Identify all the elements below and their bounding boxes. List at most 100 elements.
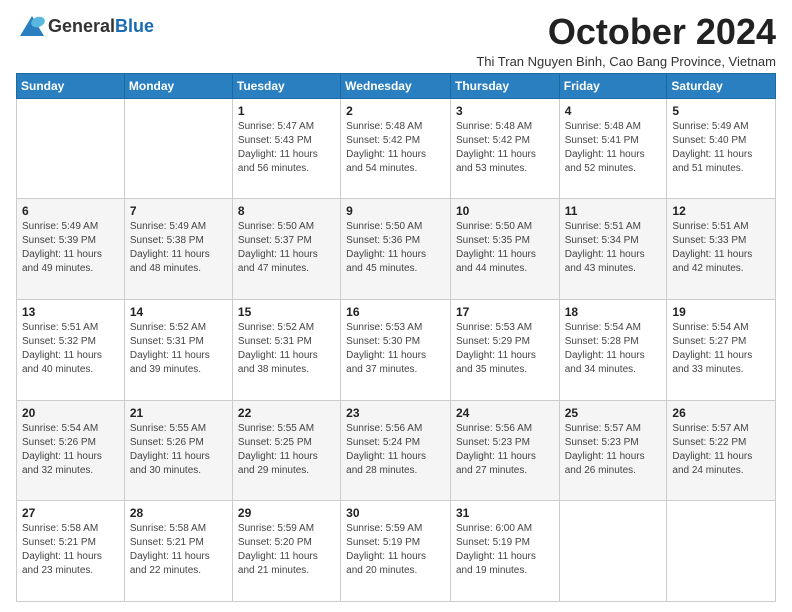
table-row: 29Sunrise: 5:59 AM Sunset: 5:20 PM Dayli… [232,501,340,602]
day-info: Sunrise: 5:53 AM Sunset: 5:30 PM Dayligh… [346,321,445,377]
day-number: 10 [456,203,554,219]
day-number: 13 [22,304,119,320]
day-info: Sunrise: 5:55 AM Sunset: 5:25 PM Dayligh… [238,422,335,478]
table-row: 1Sunrise: 5:47 AM Sunset: 5:43 PM Daylig… [232,98,340,199]
calendar-table: Sunday Monday Tuesday Wednesday Thursday… [16,73,776,602]
table-row: 17Sunrise: 5:53 AM Sunset: 5:29 PM Dayli… [450,299,559,400]
table-row: 4Sunrise: 5:48 AM Sunset: 5:41 PM Daylig… [559,98,667,199]
table-row: 23Sunrise: 5:56 AM Sunset: 5:24 PM Dayli… [341,400,451,501]
table-row: 27Sunrise: 5:58 AM Sunset: 5:21 PM Dayli… [17,501,125,602]
table-row: 10Sunrise: 5:50 AM Sunset: 5:35 PM Dayli… [450,199,559,300]
table-row: 7Sunrise: 5:49 AM Sunset: 5:38 PM Daylig… [124,199,232,300]
logo-icon [16,12,48,40]
table-row: 21Sunrise: 5:55 AM Sunset: 5:26 PM Dayli… [124,400,232,501]
day-info: Sunrise: 5:52 AM Sunset: 5:31 PM Dayligh… [238,321,335,377]
table-row: 18Sunrise: 5:54 AM Sunset: 5:28 PM Dayli… [559,299,667,400]
day-info: Sunrise: 5:47 AM Sunset: 5:43 PM Dayligh… [238,120,335,176]
day-info: Sunrise: 5:54 AM Sunset: 5:27 PM Dayligh… [672,321,770,377]
title-block: October 2024 Thi Tran Nguyen Binh, Cao B… [476,12,776,69]
day-number: 28 [130,505,227,521]
day-info: Sunrise: 5:55 AM Sunset: 5:26 PM Dayligh… [130,422,227,478]
day-info: Sunrise: 5:48 AM Sunset: 5:41 PM Dayligh… [565,120,662,176]
day-info: Sunrise: 5:58 AM Sunset: 5:21 PM Dayligh… [130,522,227,578]
day-info: Sunrise: 5:48 AM Sunset: 5:42 PM Dayligh… [346,120,445,176]
day-info: Sunrise: 5:57 AM Sunset: 5:22 PM Dayligh… [672,422,770,478]
table-row: 31Sunrise: 6:00 AM Sunset: 5:19 PM Dayli… [450,501,559,602]
logo: GeneralBlue [16,12,154,40]
table-row: 15Sunrise: 5:52 AM Sunset: 5:31 PM Dayli… [232,299,340,400]
day-number: 9 [346,203,445,219]
col-friday: Friday [559,73,667,98]
page: GeneralBlue October 2024 Thi Tran Nguyen… [0,0,792,612]
table-row: 8Sunrise: 5:50 AM Sunset: 5:37 PM Daylig… [232,199,340,300]
table-row: 30Sunrise: 5:59 AM Sunset: 5:19 PM Dayli… [341,501,451,602]
table-row: 3Sunrise: 5:48 AM Sunset: 5:42 PM Daylig… [450,98,559,199]
day-info: Sunrise: 5:56 AM Sunset: 5:23 PM Dayligh… [456,422,554,478]
day-info: Sunrise: 5:49 AM Sunset: 5:38 PM Dayligh… [130,220,227,276]
day-number: 1 [238,103,335,119]
day-number: 21 [130,405,227,421]
calendar-week-row: 27Sunrise: 5:58 AM Sunset: 5:21 PM Dayli… [17,501,776,602]
day-number: 20 [22,405,119,421]
day-number: 27 [22,505,119,521]
day-info: Sunrise: 5:51 AM Sunset: 5:33 PM Dayligh… [672,220,770,276]
table-row: 14Sunrise: 5:52 AM Sunset: 5:31 PM Dayli… [124,299,232,400]
table-row: 2Sunrise: 5:48 AM Sunset: 5:42 PM Daylig… [341,98,451,199]
table-row: 28Sunrise: 5:58 AM Sunset: 5:21 PM Dayli… [124,501,232,602]
day-number: 22 [238,405,335,421]
day-number: 5 [672,103,770,119]
table-row: 16Sunrise: 5:53 AM Sunset: 5:30 PM Dayli… [341,299,451,400]
calendar-week-row: 1Sunrise: 5:47 AM Sunset: 5:43 PM Daylig… [17,98,776,199]
day-info: Sunrise: 5:57 AM Sunset: 5:23 PM Dayligh… [565,422,662,478]
table-row [17,98,125,199]
day-info: Sunrise: 5:50 AM Sunset: 5:36 PM Dayligh… [346,220,445,276]
day-info: Sunrise: 5:50 AM Sunset: 5:37 PM Dayligh… [238,220,335,276]
day-info: Sunrise: 5:53 AM Sunset: 5:29 PM Dayligh… [456,321,554,377]
table-row: 12Sunrise: 5:51 AM Sunset: 5:33 PM Dayli… [667,199,776,300]
table-row: 13Sunrise: 5:51 AM Sunset: 5:32 PM Dayli… [17,299,125,400]
table-row [667,501,776,602]
day-info: Sunrise: 5:51 AM Sunset: 5:32 PM Dayligh… [22,321,119,377]
day-info: Sunrise: 5:51 AM Sunset: 5:34 PM Dayligh… [565,220,662,276]
day-number: 11 [565,203,662,219]
col-wednesday: Wednesday [341,73,451,98]
day-info: Sunrise: 5:59 AM Sunset: 5:20 PM Dayligh… [238,522,335,578]
day-number: 31 [456,505,554,521]
day-number: 18 [565,304,662,320]
day-number: 14 [130,304,227,320]
day-info: Sunrise: 5:50 AM Sunset: 5:35 PM Dayligh… [456,220,554,276]
table-row: 26Sunrise: 5:57 AM Sunset: 5:22 PM Dayli… [667,400,776,501]
calendar-week-row: 13Sunrise: 5:51 AM Sunset: 5:32 PM Dayli… [17,299,776,400]
day-info: Sunrise: 5:49 AM Sunset: 5:40 PM Dayligh… [672,120,770,176]
logo-blue: Blue [115,16,154,37]
col-saturday: Saturday [667,73,776,98]
table-row: 24Sunrise: 5:56 AM Sunset: 5:23 PM Dayli… [450,400,559,501]
day-number: 19 [672,304,770,320]
day-number: 23 [346,405,445,421]
table-row [559,501,667,602]
table-row: 6Sunrise: 5:49 AM Sunset: 5:39 PM Daylig… [17,199,125,300]
day-number: 30 [346,505,445,521]
day-number: 26 [672,405,770,421]
day-info: Sunrise: 5:58 AM Sunset: 5:21 PM Dayligh… [22,522,119,578]
table-row [124,98,232,199]
calendar-week-row: 20Sunrise: 5:54 AM Sunset: 5:26 PM Dayli… [17,400,776,501]
day-number: 16 [346,304,445,320]
day-number: 2 [346,103,445,119]
day-info: Sunrise: 5:59 AM Sunset: 5:19 PM Dayligh… [346,522,445,578]
table-row: 22Sunrise: 5:55 AM Sunset: 5:25 PM Dayli… [232,400,340,501]
day-number: 15 [238,304,335,320]
col-thursday: Thursday [450,73,559,98]
day-number: 17 [456,304,554,320]
calendar-header-row: Sunday Monday Tuesday Wednesday Thursday… [17,73,776,98]
day-number: 4 [565,103,662,119]
calendar-week-row: 6Sunrise: 5:49 AM Sunset: 5:39 PM Daylig… [17,199,776,300]
table-row: 5Sunrise: 5:49 AM Sunset: 5:40 PM Daylig… [667,98,776,199]
day-info: Sunrise: 5:54 AM Sunset: 5:28 PM Dayligh… [565,321,662,377]
logo-text: GeneralBlue [16,12,154,40]
col-sunday: Sunday [17,73,125,98]
day-number: 8 [238,203,335,219]
subtitle: Thi Tran Nguyen Binh, Cao Bang Province,… [476,54,776,69]
day-number: 29 [238,505,335,521]
table-row: 20Sunrise: 5:54 AM Sunset: 5:26 PM Dayli… [17,400,125,501]
